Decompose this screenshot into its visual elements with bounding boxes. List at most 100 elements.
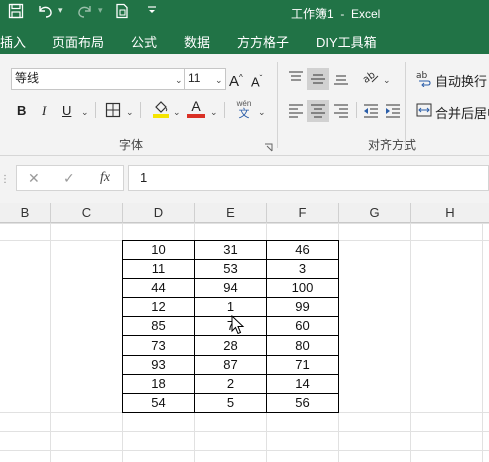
table-cell[interactable]: 56 [266,392,339,413]
column-header-b[interactable]: B [0,203,51,223]
column-header-h[interactable]: H [411,203,489,223]
font-color-button[interactable]: A [187,99,205,119]
underline-chevron-down-icon[interactable]: ⌄ [81,107,89,118]
fill-color-chevron-down-icon[interactable]: ⌄ [173,107,181,118]
align-center-icon[interactable] [307,100,329,122]
bold-button[interactable]: B [17,102,26,120]
font-dialog-launcher-icon[interactable] [264,140,273,155]
font-name-select[interactable]: 等线 [11,68,186,90]
customize-icon[interactable] [146,3,158,22]
column-header-e[interactable]: E [195,203,267,223]
align-left-icon[interactable] [288,103,304,122]
tab-data[interactable]: 数据 [184,32,210,51]
enter-icon[interactable]: ✓ [63,170,75,187]
align-bottom-icon[interactable] [333,70,349,89]
borders-icon[interactable] [105,102,121,121]
shrink-font-button[interactable]: Aˇ [251,70,262,91]
table-cell[interactable]: 44 [122,278,195,299]
undo-icon[interactable] [36,3,54,23]
column-header-f[interactable]: F [267,203,339,223]
formula-buttons: ✕ ✓ fx [16,165,124,191]
table-cell[interactable]: 54 [122,392,195,413]
table-cell[interactable]: 3 [266,259,339,280]
insert-function-icon[interactable]: fx [100,170,110,186]
orientation-chevron-down-icon[interactable]: ⌄ [383,75,391,86]
merge-center-icon[interactable] [416,102,432,121]
table-cell[interactable]: 1 [194,297,267,318]
align-top-icon[interactable] [288,70,304,89]
fill-color-icon[interactable] [152,99,170,122]
formula-input[interactable]: 1 [128,165,489,191]
table-cell[interactable]: 12 [122,297,195,318]
table-row: 11 53 3 [122,259,339,280]
table-cell[interactable]: 94 [194,278,267,299]
column-headers: B C D E F G H [0,203,489,223]
undo-dropdown-icon[interactable]: ▾ [58,5,63,16]
form-icon[interactable] [114,3,130,23]
phonetic-button[interactable]: wén 文 [235,99,253,120]
increase-indent-icon[interactable] [385,103,401,122]
font-name-value: 等线 [15,71,40,85]
font-color-swatch [187,114,205,118]
wrap-text-button[interactable]: 自动换行 [435,71,487,90]
table-cell[interactable]: 99 [266,297,339,318]
table-cell[interactable]: 2 [194,373,267,394]
align-right-icon[interactable] [333,103,349,122]
table-cell[interactable]: 46 [266,239,339,261]
table-cell[interactable]: 5 [194,392,267,413]
merge-center-button[interactable]: 合并后居中 [435,103,489,122]
table-cell[interactable]: 53 [194,259,267,280]
orientation-icon[interactable]: ab [361,68,380,89]
font-size-chevron-down-icon[interactable]: ⌄ [215,75,223,86]
table-cell[interactable]: 60 [266,316,339,337]
font-color-chevron-down-icon[interactable]: ⌄ [210,107,218,118]
font-name-chevron-down-icon[interactable]: ⌄ [175,75,183,86]
table-cell[interactable]: 80 [266,335,339,356]
align-middle-icon[interactable] [307,68,329,90]
italic-button[interactable]: I [42,102,46,120]
save-icon[interactable] [8,3,24,23]
redo-icon[interactable] [76,3,94,23]
formula-bar: ⋮ ✕ ✓ fx 1 [0,156,489,203]
tab-formulas[interactable]: 公式 [131,32,157,51]
phonetic-chevron-down-icon[interactable]: ⌄ [258,107,266,118]
table-cell[interactable]: 100 [266,278,339,299]
column-header-c[interactable]: C [51,203,123,223]
table-cell[interactable]: 87 [194,354,267,375]
wrap-text-icon[interactable]: ab [416,69,432,90]
table-row: 54 5 56 [122,392,339,413]
tab-diy-toolbox[interactable]: DIY工具箱 [316,32,377,51]
table-cell[interactable]: 31 [194,239,267,261]
table-cell[interactable]: 14 [266,373,339,394]
underline-button[interactable]: U [62,102,71,120]
table-cell[interactable]: 85 [122,316,195,337]
table-cell[interactable]: 10 [122,239,195,261]
table-cell[interactable]: 93 [122,354,195,375]
column-header-g[interactable]: G [339,203,411,223]
table-cell[interactable]: 28 [194,335,267,356]
tab-insert[interactable]: 插入 [0,32,26,51]
table-row: 93 87 71 [122,354,339,375]
title-bar: ▾ ▾ 工作簿1 - Excel [0,0,489,26]
highlight-swatch [153,114,169,118]
column-header-d[interactable]: D [123,203,195,223]
tab-fangfang[interactable]: 方方格子 [237,32,289,51]
font-size-value: 11 [188,71,201,85]
tab-page-layout[interactable]: 页面布局 [52,32,104,51]
gridline [50,223,51,462]
borders-chevron-down-icon[interactable]: ⌄ [126,107,134,118]
worksheet-grid[interactable]: 10 31 46 11 53 3 44 94 100 12 1 99 85 7 60 73 28 80 93 87 71… [0,223,489,462]
more-icon[interactable]: ⋮ [0,174,10,185]
grow-font-button[interactable]: A^ [229,69,243,91]
table-cell[interactable]: 11 [122,259,195,280]
decrease-indent-icon[interactable] [363,103,379,122]
phonetic-bottom: 文 [238,108,250,120]
table-cell[interactable]: 73 [122,335,195,356]
table-row: 18 2 14 [122,373,339,394]
cancel-icon[interactable]: ✕ [28,170,40,187]
redo-dropdown-icon[interactable]: ▾ [98,5,103,16]
font-color-letter: A [191,98,201,114]
table-cell[interactable]: 71 [266,354,339,375]
table-cell[interactable]: 18 [122,373,195,394]
ribbon-tabs: 插入 页面布局 公式 数据 方方格子 DIY工具箱 [0,26,489,54]
